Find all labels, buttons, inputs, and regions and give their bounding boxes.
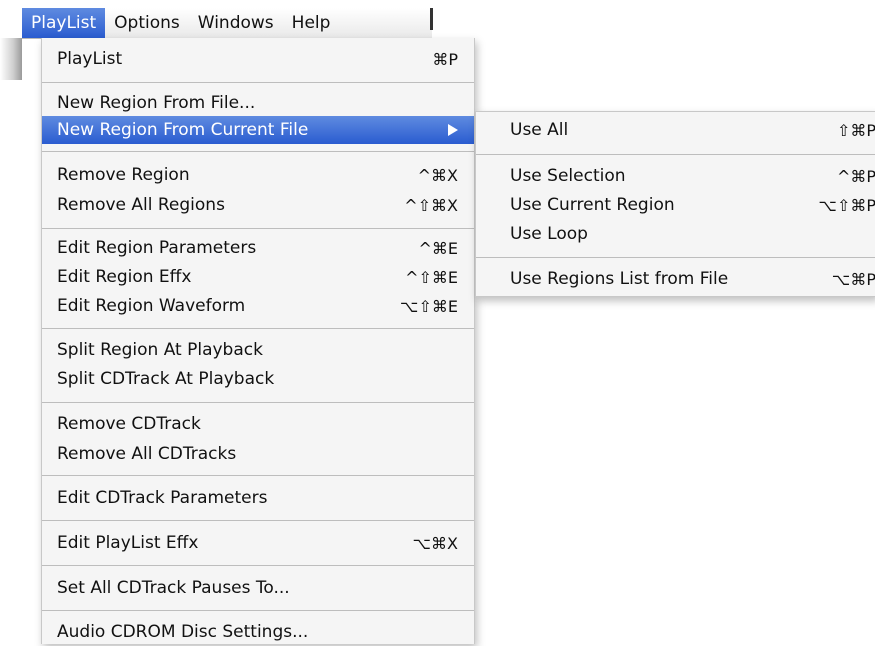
menu-item-edit-region-effx[interactable]: Edit Region Effx ^⇧⌘E (42, 263, 474, 291)
shortcut-label: ⌥⌘P (832, 270, 875, 289)
menu-separator (42, 82, 474, 83)
menu-item-label: Split CDTrack At Playback (57, 369, 274, 389)
menu-item-label: Remove All CDTracks (57, 444, 236, 464)
menu-item-label: Remove All Regions (57, 195, 225, 215)
menu-item-playlist[interactable]: PlayList ⌘P (42, 45, 474, 73)
menu-separator (42, 328, 474, 329)
submenu-item-use-loop[interactable]: Use Loop (476, 220, 875, 248)
menu-item-label: Use All (510, 120, 568, 140)
shortcut-label: ^⌘P (837, 167, 875, 186)
menu-item-label: Edit PlayList Effx (57, 533, 198, 553)
menu-separator (42, 520, 474, 521)
menu-item-audio-cdrom-disc-settings[interactable]: Audio CDROM Disc Settings... (42, 618, 474, 646)
menu-item-new-region-from-file[interactable]: New Region From File... (42, 89, 474, 117)
shortcut-label: ^⌘E (418, 239, 458, 258)
menu-item-remove-all-cdtracks[interactable]: Remove All CDTracks (42, 440, 474, 468)
menu-item-edit-playlist-effx[interactable]: Edit PlayList Effx ⌥⌘X (42, 529, 474, 557)
menubar-item-windows[interactable]: Windows (189, 8, 283, 38)
submenu-item-use-current-region[interactable]: Use Current Region ⌥⇧⌘P (476, 191, 875, 219)
menu-item-edit-region-waveform[interactable]: Edit Region Waveform ⌥⇧⌘E (42, 292, 474, 320)
menu-item-label: Use Loop (510, 224, 588, 244)
menu-separator (42, 610, 474, 611)
new-region-from-current-file-submenu: Use All ⇧⌘P Use Selection ^⌘P Use Curren… (475, 111, 875, 297)
menubar-divider (430, 8, 433, 30)
menu-separator (42, 565, 474, 566)
shortcut-label: ⌥⇧⌘E (400, 297, 458, 316)
menu-item-remove-all-regions[interactable]: Remove All Regions ^⇧⌘X (42, 191, 474, 219)
menu-separator (42, 228, 474, 229)
playlist-menu: PlayList ⌘P New Region From File... New … (41, 38, 475, 644)
menu-item-label: Set All CDTrack Pauses To... (57, 578, 290, 598)
menu-item-new-region-from-current-file[interactable]: New Region From Current File (42, 116, 474, 144)
menu-item-label: Edit Region Effx (57, 267, 191, 287)
menu-separator (42, 402, 474, 403)
menu-item-label: PlayList (57, 49, 122, 69)
menu-item-label: Audio CDROM Disc Settings... (57, 622, 308, 642)
shortcut-label: ⇧⌘P (837, 121, 875, 140)
menu-item-label: Use Current Region (510, 195, 675, 215)
shortcut-label: ^⇧⌘X (404, 196, 458, 215)
submenu-item-use-regions-list-from-file[interactable]: Use Regions List from File ⌥⌘P (476, 265, 875, 293)
shortcut-label: ⌘P (432, 50, 458, 69)
menu-item-split-cdtrack-at-playback[interactable]: Split CDTrack At Playback (42, 365, 474, 393)
menu-item-label: Edit Region Parameters (57, 238, 256, 258)
menubar-item-options[interactable]: Options (105, 8, 189, 38)
menu-item-label: Use Regions List from File (510, 269, 728, 289)
shortcut-label: ^⇧⌘E (405, 268, 458, 287)
menu-item-label: New Region From Current File (57, 120, 308, 140)
menu-item-split-region-at-playback[interactable]: Split Region At Playback (42, 336, 474, 364)
shortcut-label: ⌥⌘X (413, 534, 458, 553)
menu-separator (42, 151, 474, 152)
menu-item-remove-cdtrack[interactable]: Remove CDTrack (42, 410, 474, 438)
menu-item-remove-region[interactable]: Remove Region ^⌘X (42, 161, 474, 189)
submenu-item-use-all[interactable]: Use All ⇧⌘P (476, 116, 875, 144)
shortcut-label: ⌥⇧⌘P (819, 196, 875, 215)
menu-item-set-all-cdtrack-pauses[interactable]: Set All CDTrack Pauses To... (42, 574, 474, 602)
menu-separator (42, 475, 474, 476)
menu-bar: PlayList Options Windows Help (22, 8, 432, 39)
menu-separator (476, 154, 875, 155)
shortcut-label: ^⌘X (418, 166, 458, 185)
menu-item-label: New Region From File... (57, 93, 255, 113)
menu-item-label: Edit Region Waveform (57, 296, 245, 316)
menu-item-label: Split Region At Playback (57, 340, 263, 360)
menu-item-label: Remove Region (57, 165, 190, 185)
menu-item-edit-region-parameters[interactable]: Edit Region Parameters ^⌘E (42, 234, 474, 262)
menubar-item-playlist[interactable]: PlayList (22, 8, 105, 38)
submenu-item-use-selection[interactable]: Use Selection ^⌘P (476, 162, 875, 190)
menu-item-edit-cdtrack-parameters[interactable]: Edit CDTrack Parameters (42, 484, 474, 512)
window-edge-shadow (0, 38, 22, 80)
menu-separator (476, 257, 875, 258)
menu-item-label: Remove CDTrack (57, 414, 201, 434)
menubar-item-help[interactable]: Help (283, 8, 340, 38)
menu-item-label: Edit CDTrack Parameters (57, 488, 267, 508)
submenu-arrow-icon (448, 124, 458, 136)
menu-item-label: Use Selection (510, 166, 626, 186)
